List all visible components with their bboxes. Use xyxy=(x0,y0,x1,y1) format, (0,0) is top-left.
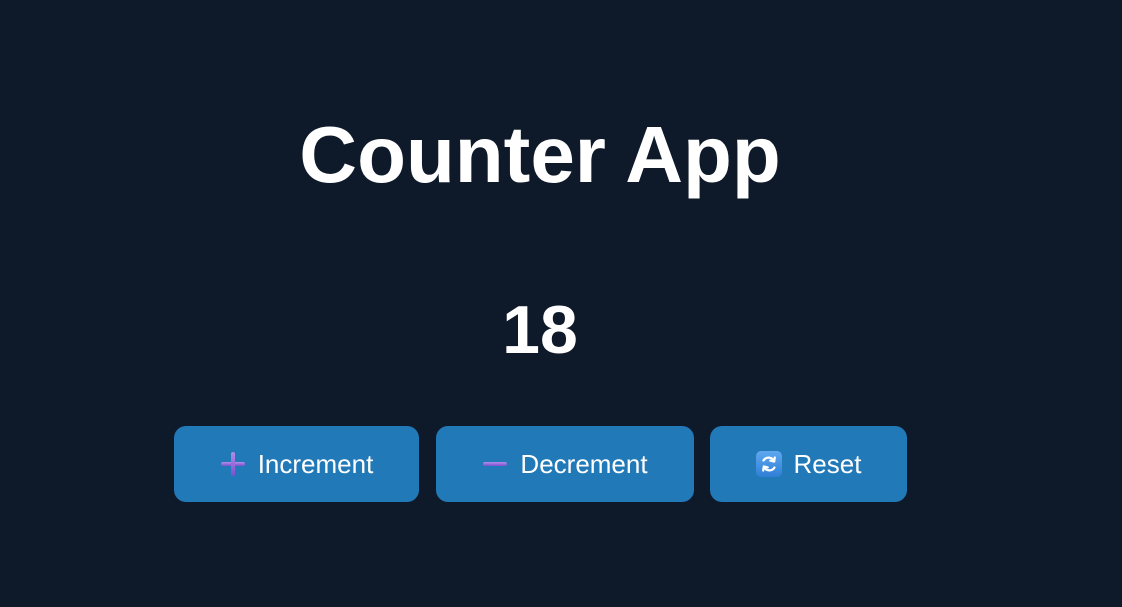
increment-label: Increment xyxy=(257,449,374,479)
minus-icon xyxy=(482,451,508,477)
refresh-icon xyxy=(755,451,782,477)
increment-button[interactable]: Increment xyxy=(174,426,419,502)
plus-icon xyxy=(220,451,246,477)
reset-label: Reset xyxy=(793,449,862,479)
page-title: Counter App xyxy=(299,110,781,199)
counter-app: Counter App 18 Increment Decrement Reset xyxy=(0,0,1122,607)
decrement-label: Decrement xyxy=(520,449,648,479)
decrement-button[interactable]: Decrement xyxy=(436,426,694,502)
counter-value: 18 xyxy=(502,292,578,368)
reset-button[interactable]: Reset xyxy=(710,426,907,502)
